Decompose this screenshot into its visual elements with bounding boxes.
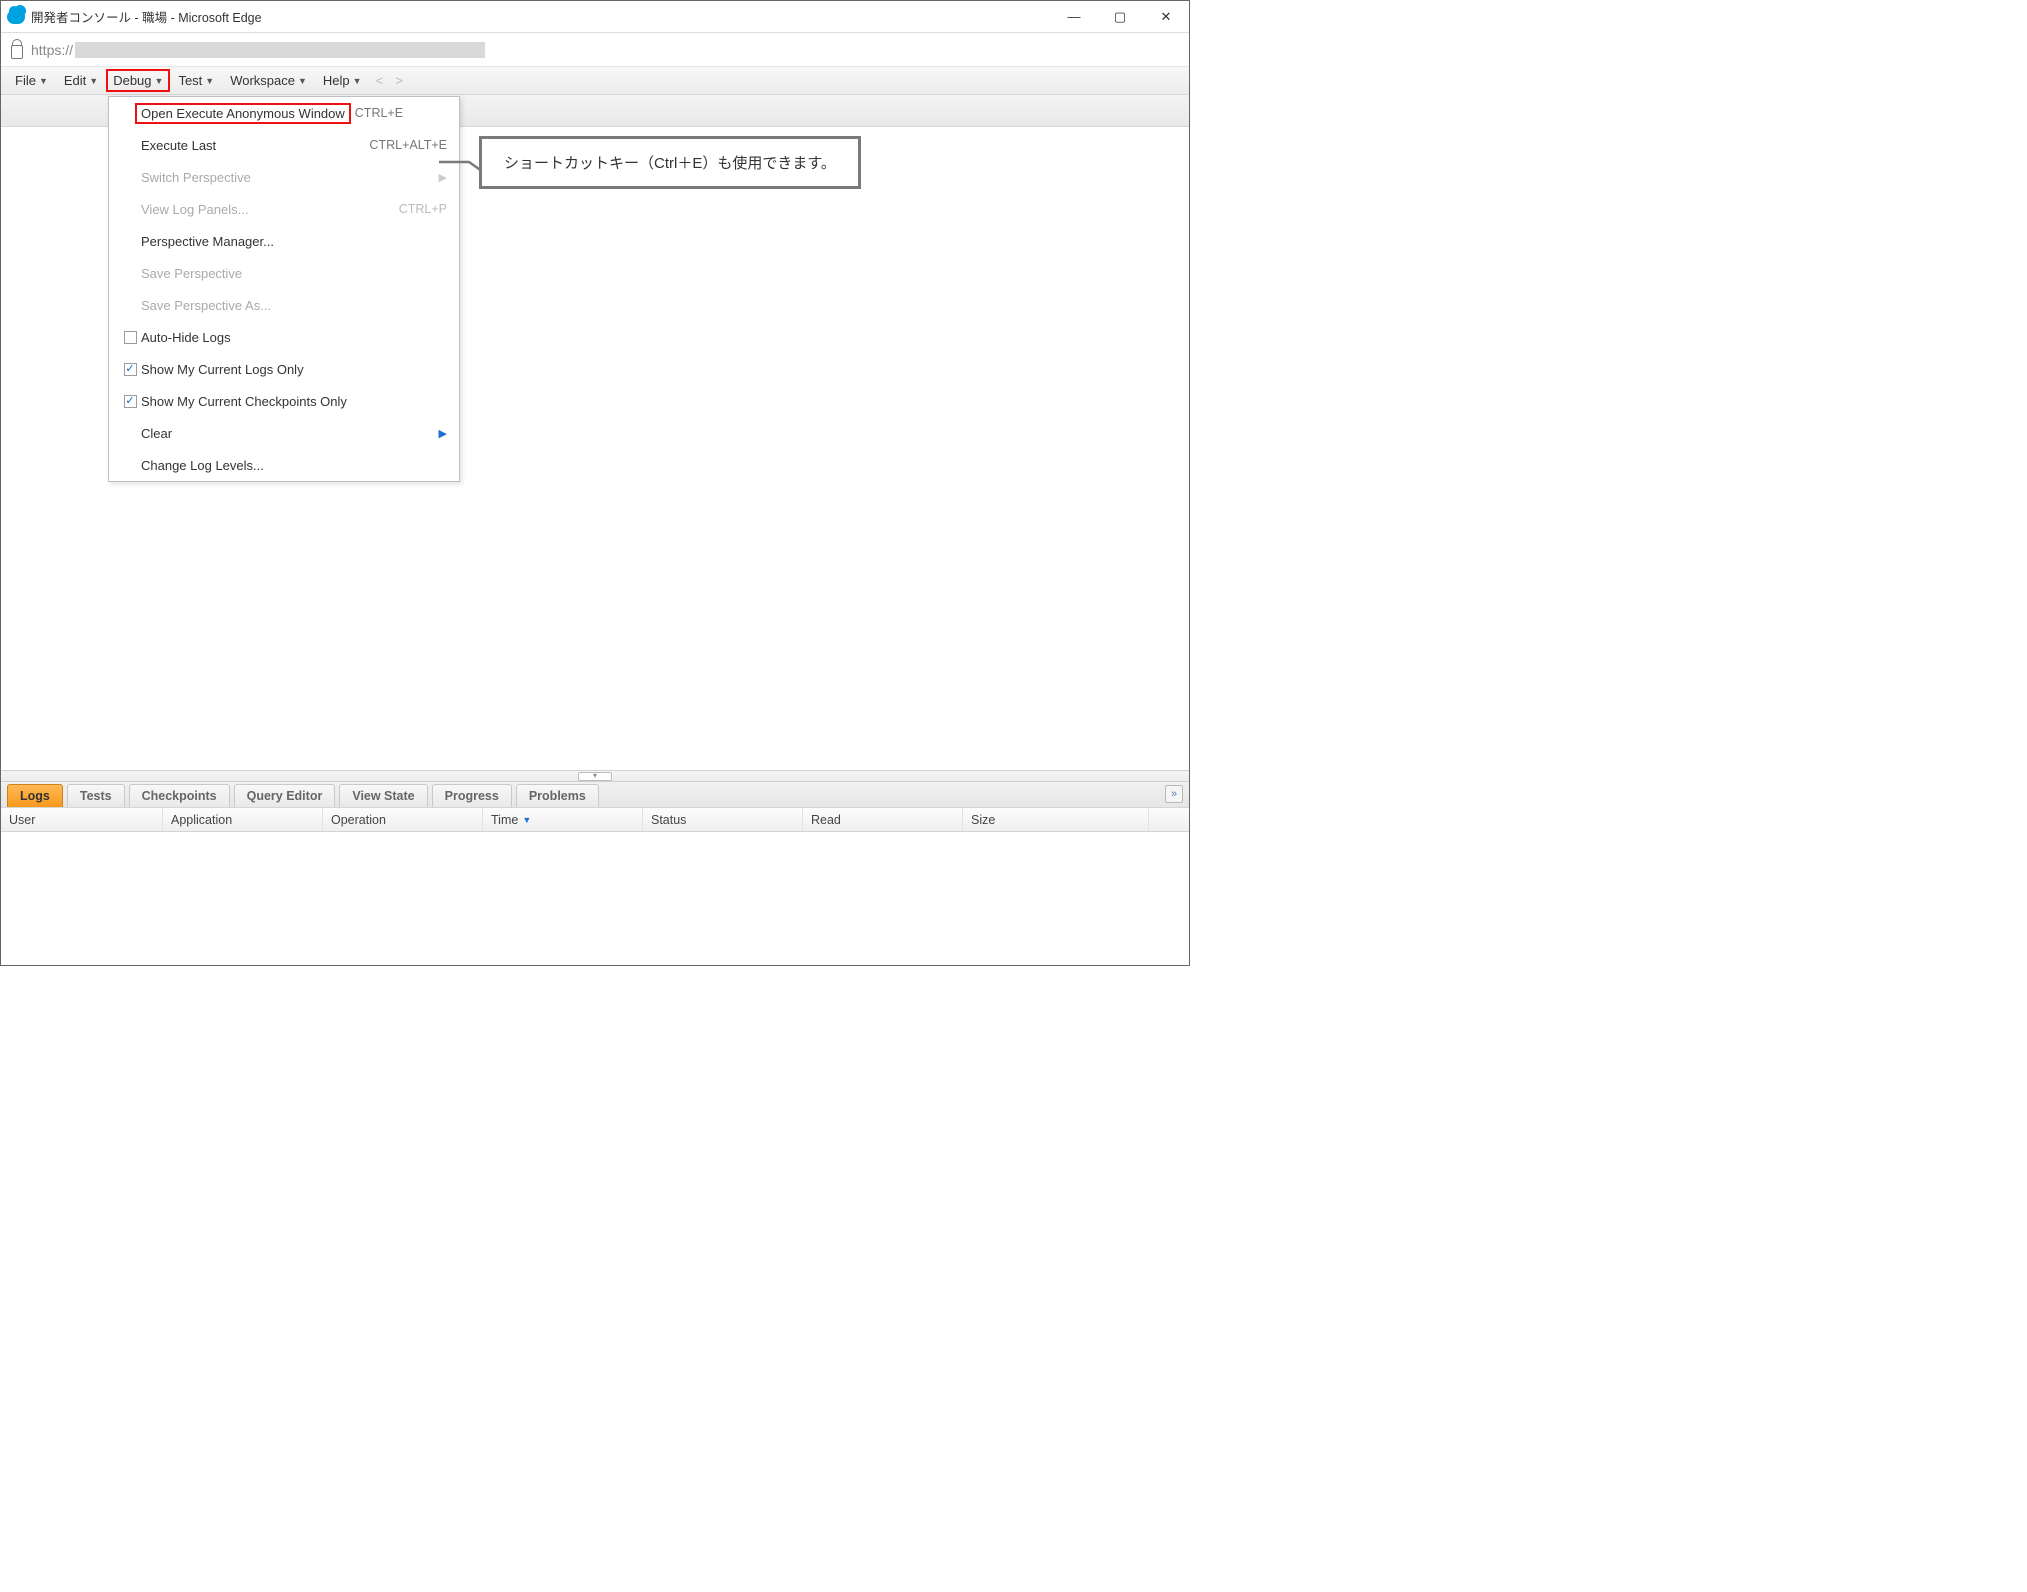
- col-application[interactable]: Application: [163, 808, 323, 831]
- maximize-button[interactable]: ▢: [1097, 1, 1143, 33]
- col-read-label: Read: [811, 813, 841, 827]
- menu-debug[interactable]: Debug ▼: [106, 69, 170, 92]
- menu-file[interactable]: File ▼: [7, 68, 56, 93]
- tab-progress[interactable]: Progress: [432, 784, 512, 807]
- col-status-label: Status: [651, 813, 686, 827]
- url-field[interactable]: https://: [31, 42, 485, 58]
- checkbox-checked-icon: ✓: [124, 395, 137, 408]
- menuitem-label: Perspective Manager...: [141, 234, 447, 249]
- menuitem-label: Switch Perspective: [141, 170, 439, 185]
- bottom-tabstrip: Logs Tests Checkpoints Query Editor View…: [1, 782, 1189, 808]
- menuitem-clear[interactable]: Clear ▶: [109, 417, 459, 449]
- checkbox-unchecked-icon: [124, 331, 137, 344]
- col-user-label: User: [9, 813, 35, 827]
- app-window: 開発者コンソール - 職場 - Microsoft Edge ― ▢ ✕ htt…: [0, 0, 1190, 966]
- menuitem-open-execute-anonymous[interactable]: Open Execute Anonymous Window CTRL+E: [109, 97, 459, 129]
- menuitem-save-perspective-as: Save Perspective As...: [109, 289, 459, 321]
- menu-workspace-label: Workspace: [230, 73, 295, 88]
- col-time-label: Time: [491, 813, 518, 827]
- menuitem-perspective-manager[interactable]: Perspective Manager...: [109, 225, 459, 257]
- titlebar: 開発者コンソール - 職場 - Microsoft Edge ― ▢ ✕: [1, 1, 1189, 33]
- close-button[interactable]: ✕: [1143, 1, 1189, 33]
- logs-column-headers: User Application Operation Time ▼ Status…: [1, 808, 1189, 832]
- caret-down-icon: ▼: [39, 76, 48, 86]
- annotation-callout-text: ショートカットキー（Ctrl＋E）も使用できます。: [479, 136, 861, 189]
- menu-workspace[interactable]: Workspace ▼: [222, 68, 315, 93]
- menuitem-label: Save Perspective: [141, 266, 447, 281]
- menuitem-label: View Log Panels...: [141, 202, 399, 217]
- nav-next-button[interactable]: >: [395, 73, 403, 88]
- col-status[interactable]: Status: [643, 808, 803, 831]
- nav-arrows: < >: [376, 73, 403, 88]
- col-user[interactable]: User: [1, 808, 163, 831]
- menuitem-show-my-current-logs-only[interactable]: ✓ Show My Current Logs Only: [109, 353, 459, 385]
- submenu-caret-icon: ▶: [439, 427, 447, 440]
- menuitem-shortcut: CTRL+E: [355, 106, 403, 120]
- menuitem-label: Show My Current Logs Only: [141, 362, 447, 377]
- menuitem-label: Change Log Levels...: [141, 458, 447, 473]
- menuitem-label: Open Execute Anonymous Window: [141, 106, 345, 121]
- caret-down-icon: ▼: [205, 76, 214, 86]
- sort-desc-icon: ▼: [522, 815, 531, 825]
- url-redacted: [75, 42, 485, 58]
- url-scheme: https://: [31, 42, 73, 58]
- menuitem-label: Show My Current Checkpoints Only: [141, 394, 447, 409]
- menuitem-auto-hide-logs[interactable]: Auto-Hide Logs: [109, 321, 459, 353]
- menuitem-shortcut: CTRL+ALT+E: [369, 138, 447, 152]
- lock-icon: [11, 45, 23, 59]
- debug-dropdown: Open Execute Anonymous Window CTRL+E Exe…: [108, 96, 460, 482]
- tab-query-editor[interactable]: Query Editor: [234, 784, 336, 807]
- menu-edit[interactable]: Edit ▼: [56, 68, 106, 93]
- menu-edit-label: Edit: [64, 73, 86, 88]
- col-time[interactable]: Time ▼: [483, 808, 643, 831]
- col-trailing: [1149, 808, 1189, 831]
- menuitem-label: Clear: [141, 426, 439, 441]
- col-size[interactable]: Size: [963, 808, 1149, 831]
- menuitem-save-perspective: Save Perspective: [109, 257, 459, 289]
- menuitem-label: Save Perspective As...: [141, 298, 447, 313]
- tab-tests[interactable]: Tests: [67, 784, 125, 807]
- col-operation-label: Operation: [331, 813, 386, 827]
- menuitem-execute-last[interactable]: Execute Last CTRL+ALT+E: [109, 129, 459, 161]
- tab-logs[interactable]: Logs: [7, 784, 63, 807]
- address-bar: https://: [1, 33, 1189, 67]
- salesforce-cloud-icon: [7, 10, 25, 24]
- expand-panel-button[interactable]: »: [1165, 785, 1183, 803]
- panel-splitter[interactable]: ▾: [1, 770, 1189, 782]
- caret-down-icon: ▼: [298, 76, 307, 86]
- tab-view-state[interactable]: View State: [339, 784, 427, 807]
- menuitem-shortcut: CTRL+P: [399, 202, 447, 216]
- splitter-grip-icon: ▾: [578, 772, 612, 781]
- caret-down-icon: ▼: [155, 76, 164, 86]
- nav-prev-button[interactable]: <: [376, 73, 384, 88]
- menu-bar: File ▼ Edit ▼ Debug ▼ Test ▼ Workspace ▼…: [1, 67, 1189, 95]
- menu-debug-label: Debug: [113, 73, 151, 88]
- menuitem-change-log-levels[interactable]: Change Log Levels...: [109, 449, 459, 481]
- menuitem-switch-perspective: Switch Perspective ▶: [109, 161, 459, 193]
- tab-problems[interactable]: Problems: [516, 784, 599, 807]
- checkbox-checked-icon: ✓: [124, 363, 137, 376]
- caret-down-icon: ▼: [89, 76, 98, 86]
- menuitem-view-log-panels: View Log Panels... CTRL+P: [109, 193, 459, 225]
- menu-help-label: Help: [323, 73, 350, 88]
- tab-checkpoints[interactable]: Checkpoints: [129, 784, 230, 807]
- menu-test[interactable]: Test ▼: [170, 68, 222, 93]
- menu-help[interactable]: Help ▼: [315, 68, 370, 93]
- col-operation[interactable]: Operation: [323, 808, 483, 831]
- window-title: 開発者コンソール - 職場 - Microsoft Edge: [31, 7, 1051, 26]
- menuitem-label: Auto-Hide Logs: [141, 330, 447, 345]
- col-read[interactable]: Read: [803, 808, 963, 831]
- chevrons-icon: »: [1171, 788, 1177, 800]
- menuitem-label: Execute Last: [141, 138, 369, 153]
- annotation-callout: ショートカットキー（Ctrl＋E）も使用できます。: [479, 136, 861, 189]
- menu-test-label: Test: [178, 73, 202, 88]
- col-application-label: Application: [171, 813, 232, 827]
- logs-grid-body: [1, 832, 1189, 965]
- caret-down-icon: ▼: [353, 76, 362, 86]
- minimize-button[interactable]: ―: [1051, 1, 1097, 33]
- menuitem-show-my-current-checkpoints-only[interactable]: ✓ Show My Current Checkpoints Only: [109, 385, 459, 417]
- window-controls: ― ▢ ✕: [1051, 1, 1189, 33]
- col-size-label: Size: [971, 813, 995, 827]
- menu-file-label: File: [15, 73, 36, 88]
